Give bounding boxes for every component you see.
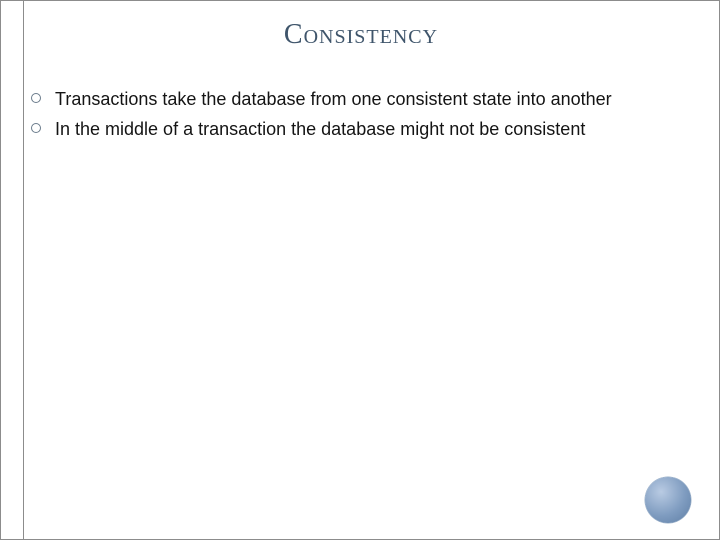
decorative-orb-icon	[645, 477, 691, 523]
bullet-icon	[31, 123, 41, 133]
list-item: Transactions take the database from one …	[31, 87, 699, 111]
slide-title: Consistency	[1, 19, 720, 51]
bullet-text: Transactions take the database from one …	[55, 87, 699, 111]
slide-body: Transactions take the database from one …	[31, 87, 699, 148]
left-rule	[23, 1, 24, 540]
list-item: In the middle of a transaction the datab…	[31, 117, 699, 141]
bullet-icon	[31, 93, 41, 103]
slide: Consistency Transactions take the databa…	[0, 0, 720, 540]
bullet-text: In the middle of a transaction the datab…	[55, 117, 699, 141]
